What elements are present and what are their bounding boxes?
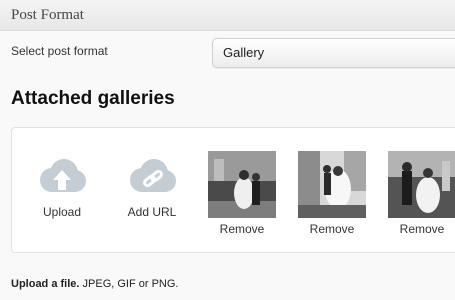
upload-hint: Upload a file. JPEG, GIF or PNG.	[11, 278, 179, 290]
upload-hint-strong: Upload a file.	[11, 278, 80, 290]
post-format-select[interactable]: Gallery	[212, 38, 455, 68]
add-url-label: Add URL	[127, 205, 177, 219]
upload-hint-text: JPEG, GIF or PNG.	[79, 278, 179, 290]
gallery-image	[298, 151, 366, 218]
remove-button[interactable]: Remove	[208, 222, 276, 236]
gallery-thumbnail[interactable]: Remove	[208, 151, 276, 236]
remove-button[interactable]: Remove	[298, 222, 366, 236]
panel-title: Post Format	[11, 7, 84, 23]
remove-button[interactable]: Remove	[388, 222, 455, 236]
attached-galleries-title: Attached galleries	[11, 88, 175, 109]
gallery-image	[388, 151, 455, 218]
cloud-upload-icon	[36, 158, 88, 194]
panel-header[interactable]: Post Format	[0, 0, 455, 31]
gallery-image	[208, 151, 276, 218]
upload-label: Upload	[42, 205, 82, 219]
gallery-thumbnail[interactable]: Remove	[298, 151, 366, 236]
cloud-link-icon	[126, 158, 178, 194]
post-format-select-value: Gallery	[223, 45, 265, 60]
add-url-button[interactable]: Add URL	[112, 158, 192, 219]
upload-button[interactable]: Upload	[22, 158, 102, 219]
post-format-panel: Post Format Select post format Gallery A…	[0, 0, 455, 300]
format-field-label: Select post format	[11, 44, 108, 58]
gallery-thumbnail[interactable]: Remove	[388, 151, 455, 236]
